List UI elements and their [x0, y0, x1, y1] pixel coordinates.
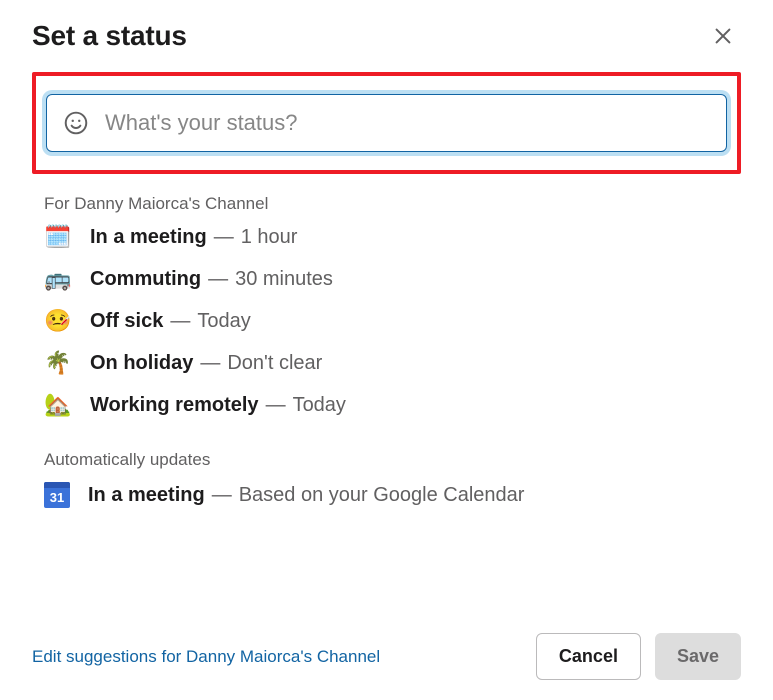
separator: — — [214, 227, 234, 247]
suggestion-commuting[interactable]: 🚌 Commuting — 30 minutes — [44, 268, 741, 290]
suggestion-label: Working remotely — [90, 395, 259, 415]
suggestion-off-sick[interactable]: 🤒 Off sick — Today — [44, 310, 741, 332]
status-input-highlight — [32, 72, 741, 174]
suggestion-label: Off sick — [90, 311, 163, 331]
suggestion-working-remotely[interactable]: 🏡 Working remotely — Today — [44, 394, 741, 416]
separator: — — [208, 269, 228, 289]
auto-item-google-calendar[interactable]: 31 In a meeting — Based on your Google C… — [44, 482, 741, 508]
cancel-button[interactable]: Cancel — [536, 633, 641, 680]
calendar-emoji-icon: 🗓️ — [44, 226, 76, 248]
save-button[interactable]: Save — [655, 633, 741, 680]
suggestion-duration: Don't clear — [227, 353, 322, 373]
suggestion-in-a-meeting[interactable]: 🗓️ In a meeting — 1 hour — [44, 226, 741, 248]
bus-emoji-icon: 🚌 — [44, 268, 76, 290]
palm-emoji-icon: 🌴 — [44, 352, 76, 374]
suggestion-duration: Today — [197, 311, 250, 331]
status-input-container[interactable] — [46, 94, 727, 152]
auto-updates-section-label: Automatically updates — [32, 450, 741, 470]
separator: — — [170, 311, 190, 331]
footer-buttons: Cancel Save — [536, 633, 741, 680]
suggestion-label: Commuting — [90, 269, 201, 289]
suggestions-list: 🗓️ In a meeting — 1 hour 🚌 Commuting — 3… — [32, 226, 741, 416]
close-icon — [712, 25, 734, 47]
suggestion-on-holiday[interactable]: 🌴 On holiday — Don't clear — [44, 352, 741, 374]
set-status-dialog: Set a status For Danny Maiorca's Channel — [0, 0, 773, 508]
google-calendar-icon: 31 — [44, 482, 70, 508]
suggestion-duration: 30 minutes — [235, 269, 333, 289]
auto-item-description: Based on your Google Calendar — [239, 485, 525, 505]
calendar-day-number: 31 — [50, 491, 64, 504]
edit-suggestions-link[interactable]: Edit suggestions for Danny Maiorca's Cha… — [32, 647, 380, 667]
dialog-title: Set a status — [32, 20, 187, 52]
suggestion-duration: 1 hour — [241, 227, 298, 247]
suggestion-duration: Today — [293, 395, 346, 415]
suggestions-section-label: For Danny Maiorca's Channel — [32, 194, 741, 214]
emoji-picker-button[interactable] — [63, 110, 89, 136]
sick-emoji-icon: 🤒 — [44, 310, 76, 332]
auto-item-label: In a meeting — [88, 485, 205, 505]
separator: — — [266, 395, 286, 415]
suggestion-label: On holiday — [90, 353, 193, 373]
house-emoji-icon: 🏡 — [44, 394, 76, 416]
suggestion-label: In a meeting — [90, 227, 207, 247]
status-input[interactable] — [103, 109, 710, 137]
dialog-footer: Edit suggestions for Danny Maiorca's Cha… — [0, 633, 773, 680]
separator: — — [200, 353, 220, 373]
close-button[interactable] — [705, 18, 741, 54]
auto-updates-list: 31 In a meeting — Based on your Google C… — [32, 482, 741, 508]
smiley-icon — [63, 110, 89, 136]
dialog-header: Set a status — [32, 18, 741, 54]
separator: — — [212, 485, 232, 505]
